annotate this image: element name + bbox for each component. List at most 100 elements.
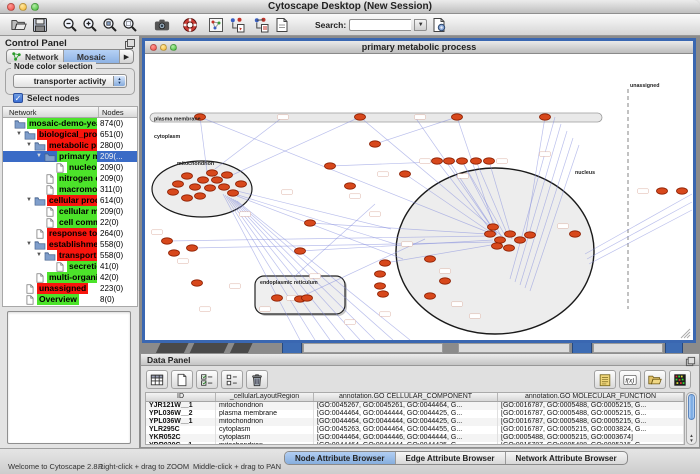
network-node[interactable]: [182, 173, 193, 179]
expand-arrow-icon[interactable]: ▼: [36, 252, 42, 258]
new-attribute-icon[interactable]: [171, 370, 193, 389]
table-scrollbar[interactable]: ▲▼: [686, 392, 697, 445]
expand-arrow-icon[interactable]: ▼: [26, 241, 32, 247]
tree-row[interactable]: secretion41(0): [3, 261, 137, 272]
network-node[interactable]: [219, 184, 230, 190]
birds-eye-view[interactable]: [7, 311, 131, 444]
table-row[interactable]: YPL036W__2plasma membrane[GO:0044464, GO…: [146, 410, 684, 418]
network-node[interactable]: [484, 158, 495, 164]
network-node[interactable]: [236, 181, 247, 187]
network-node[interactable]: [190, 184, 201, 190]
network-node[interactable]: [302, 295, 313, 301]
network-node[interactable]: [207, 170, 218, 176]
tree-column-nodes[interactable]: Nodes: [102, 108, 124, 117]
network-node[interactable]: [432, 158, 443, 164]
tree-row[interactable]: ▼primary metabo209(...: [3, 151, 137, 162]
open-file-icon[interactable]: [10, 16, 28, 34]
network-node[interactable]: [272, 295, 283, 301]
network-node[interactable]: [192, 280, 203, 286]
network-node[interactable]: [173, 181, 184, 187]
region-mitochondrion[interactable]: [152, 161, 252, 217]
network-node[interactable]: [168, 189, 179, 195]
network-node[interactable]: [400, 171, 411, 177]
tree-row[interactable]: ▼biological_process651(0): [3, 129, 137, 140]
network-node[interactable]: [495, 237, 506, 243]
network-node[interactable]: [182, 195, 193, 201]
delete-attribute-icon[interactable]: [246, 370, 268, 389]
network-node[interactable]: [375, 283, 386, 289]
attribute-table-icon[interactable]: [146, 370, 168, 389]
network-node[interactable]: [425, 293, 436, 299]
import-attributes-icon[interactable]: [644, 370, 666, 389]
scrollbar-thumb[interactable]: [688, 394, 695, 420]
tree-column-divider[interactable]: [98, 107, 99, 117]
column-header[interactable]: annotation.GO MOLECULAR_FUNCTION: [498, 393, 684, 401]
resize-grip[interactable]: [681, 329, 690, 338]
network-node[interactable]: [380, 260, 391, 266]
network-node[interactable]: [485, 231, 496, 237]
network-window-titlebar[interactable]: primary metabolic process: [145, 41, 693, 54]
tree-row[interactable]: ▼transport558(0): [3, 250, 137, 261]
tree-row[interactable]: ▼metabolic process280(0): [3, 140, 137, 151]
network-node[interactable]: [187, 245, 198, 251]
expand-arrow-icon[interactable]: ▼: [26, 142, 32, 148]
save-session-icon[interactable]: [31, 16, 49, 34]
tree-row[interactable]: multi-organism pro42(0): [3, 272, 137, 283]
network-node[interactable]: [355, 114, 366, 120]
copy-node-attributes-icon[interactable]: [228, 16, 246, 34]
tree-row[interactable]: Overview8(0): [3, 294, 137, 305]
network-node[interactable]: [471, 158, 482, 164]
tree-row[interactable]: cell communicat22(0): [3, 217, 137, 228]
tree-row[interactable]: mosaic-demo-yeast874(0): [3, 118, 137, 129]
network-node[interactable]: [488, 224, 499, 230]
snapshot-camera-icon[interactable]: [153, 16, 171, 34]
tab-overflow-arrow-icon[interactable]: ▶: [120, 50, 133, 63]
zoom-selected-region-icon[interactable]: [101, 16, 119, 34]
notes-icon[interactable]: [594, 370, 616, 389]
tree-row[interactable]: macromolecule311(0): [3, 184, 137, 195]
network-node[interactable]: [325, 163, 336, 169]
tab-network-attribute-browser[interactable]: Network Attribute Browser: [506, 452, 627, 464]
network-node[interactable]: [504, 245, 515, 251]
tree-row[interactable]: ▼establishment of lo558(0): [3, 239, 137, 250]
network-node[interactable]: [492, 243, 503, 249]
table-row[interactable]: YPL036W__1mitochondrion[GO:0044464, GO:0…: [146, 418, 684, 426]
tree-row[interactable]: cellular metabo209(0): [3, 206, 137, 217]
network-node[interactable]: [228, 190, 239, 196]
tab-edge-attribute-browser[interactable]: Edge Attribute Browser: [396, 452, 506, 464]
network-node[interactable]: [505, 231, 516, 237]
tab-node-attribute-browser[interactable]: Node Attribute Browser: [285, 452, 396, 464]
region-plasma-membrane[interactable]: [150, 113, 602, 122]
tree-row[interactable]: unassigned223(0): [3, 283, 137, 294]
network-node[interactable]: [212, 177, 223, 183]
tree-row[interactable]: ▼cellular process614(0): [3, 195, 137, 206]
attribute-matrix-icon[interactable]: [669, 370, 691, 389]
search-dropdown-arrow-icon[interactable]: ▼: [414, 19, 427, 31]
tree-row[interactable]: nitrogen compo209(0): [3, 173, 137, 184]
select-attributes-icon[interactable]: [196, 370, 218, 389]
search-input[interactable]: [349, 19, 411, 31]
tree-row[interactable]: response to stimul264(0): [3, 228, 137, 239]
network-node[interactable]: [378, 291, 389, 297]
network-node[interactable]: [195, 193, 206, 199]
network-node[interactable]: [677, 188, 688, 194]
column-header[interactable]: ID: [146, 393, 216, 401]
float-panel-icon[interactable]: [685, 354, 696, 365]
column-header[interactable]: annotation.GO CELLULAR_COMPONENT: [314, 393, 498, 401]
tree-column-network[interactable]: Network: [9, 108, 37, 117]
network-node[interactable]: [452, 114, 463, 120]
combo-stepper-icon[interactable]: ▲▼: [113, 76, 125, 86]
tree-row[interactable]: nucleobase-209(0): [3, 162, 137, 173]
search-config-icon[interactable]: [430, 16, 448, 34]
network-node[interactable]: [570, 231, 581, 237]
column-header[interactable]: _cellularLayoutRegion: [216, 393, 314, 401]
network-node[interactable]: [305, 220, 316, 226]
network-node[interactable]: [222, 172, 233, 178]
network-tree-header[interactable]: Network Nodes: [3, 107, 137, 118]
region-nucleus[interactable]: [396, 168, 594, 334]
node-color-select[interactable]: transporter activity ▲▼: [13, 74, 127, 88]
expand-arrow-icon[interactable]: ▼: [36, 153, 42, 159]
expand-arrow-icon[interactable]: ▼: [16, 131, 22, 137]
table-row[interactable]: YKR052Ccytoplasm[GO:0044464, GO:0044446,…: [146, 434, 684, 442]
network-node[interactable]: [440, 278, 451, 284]
